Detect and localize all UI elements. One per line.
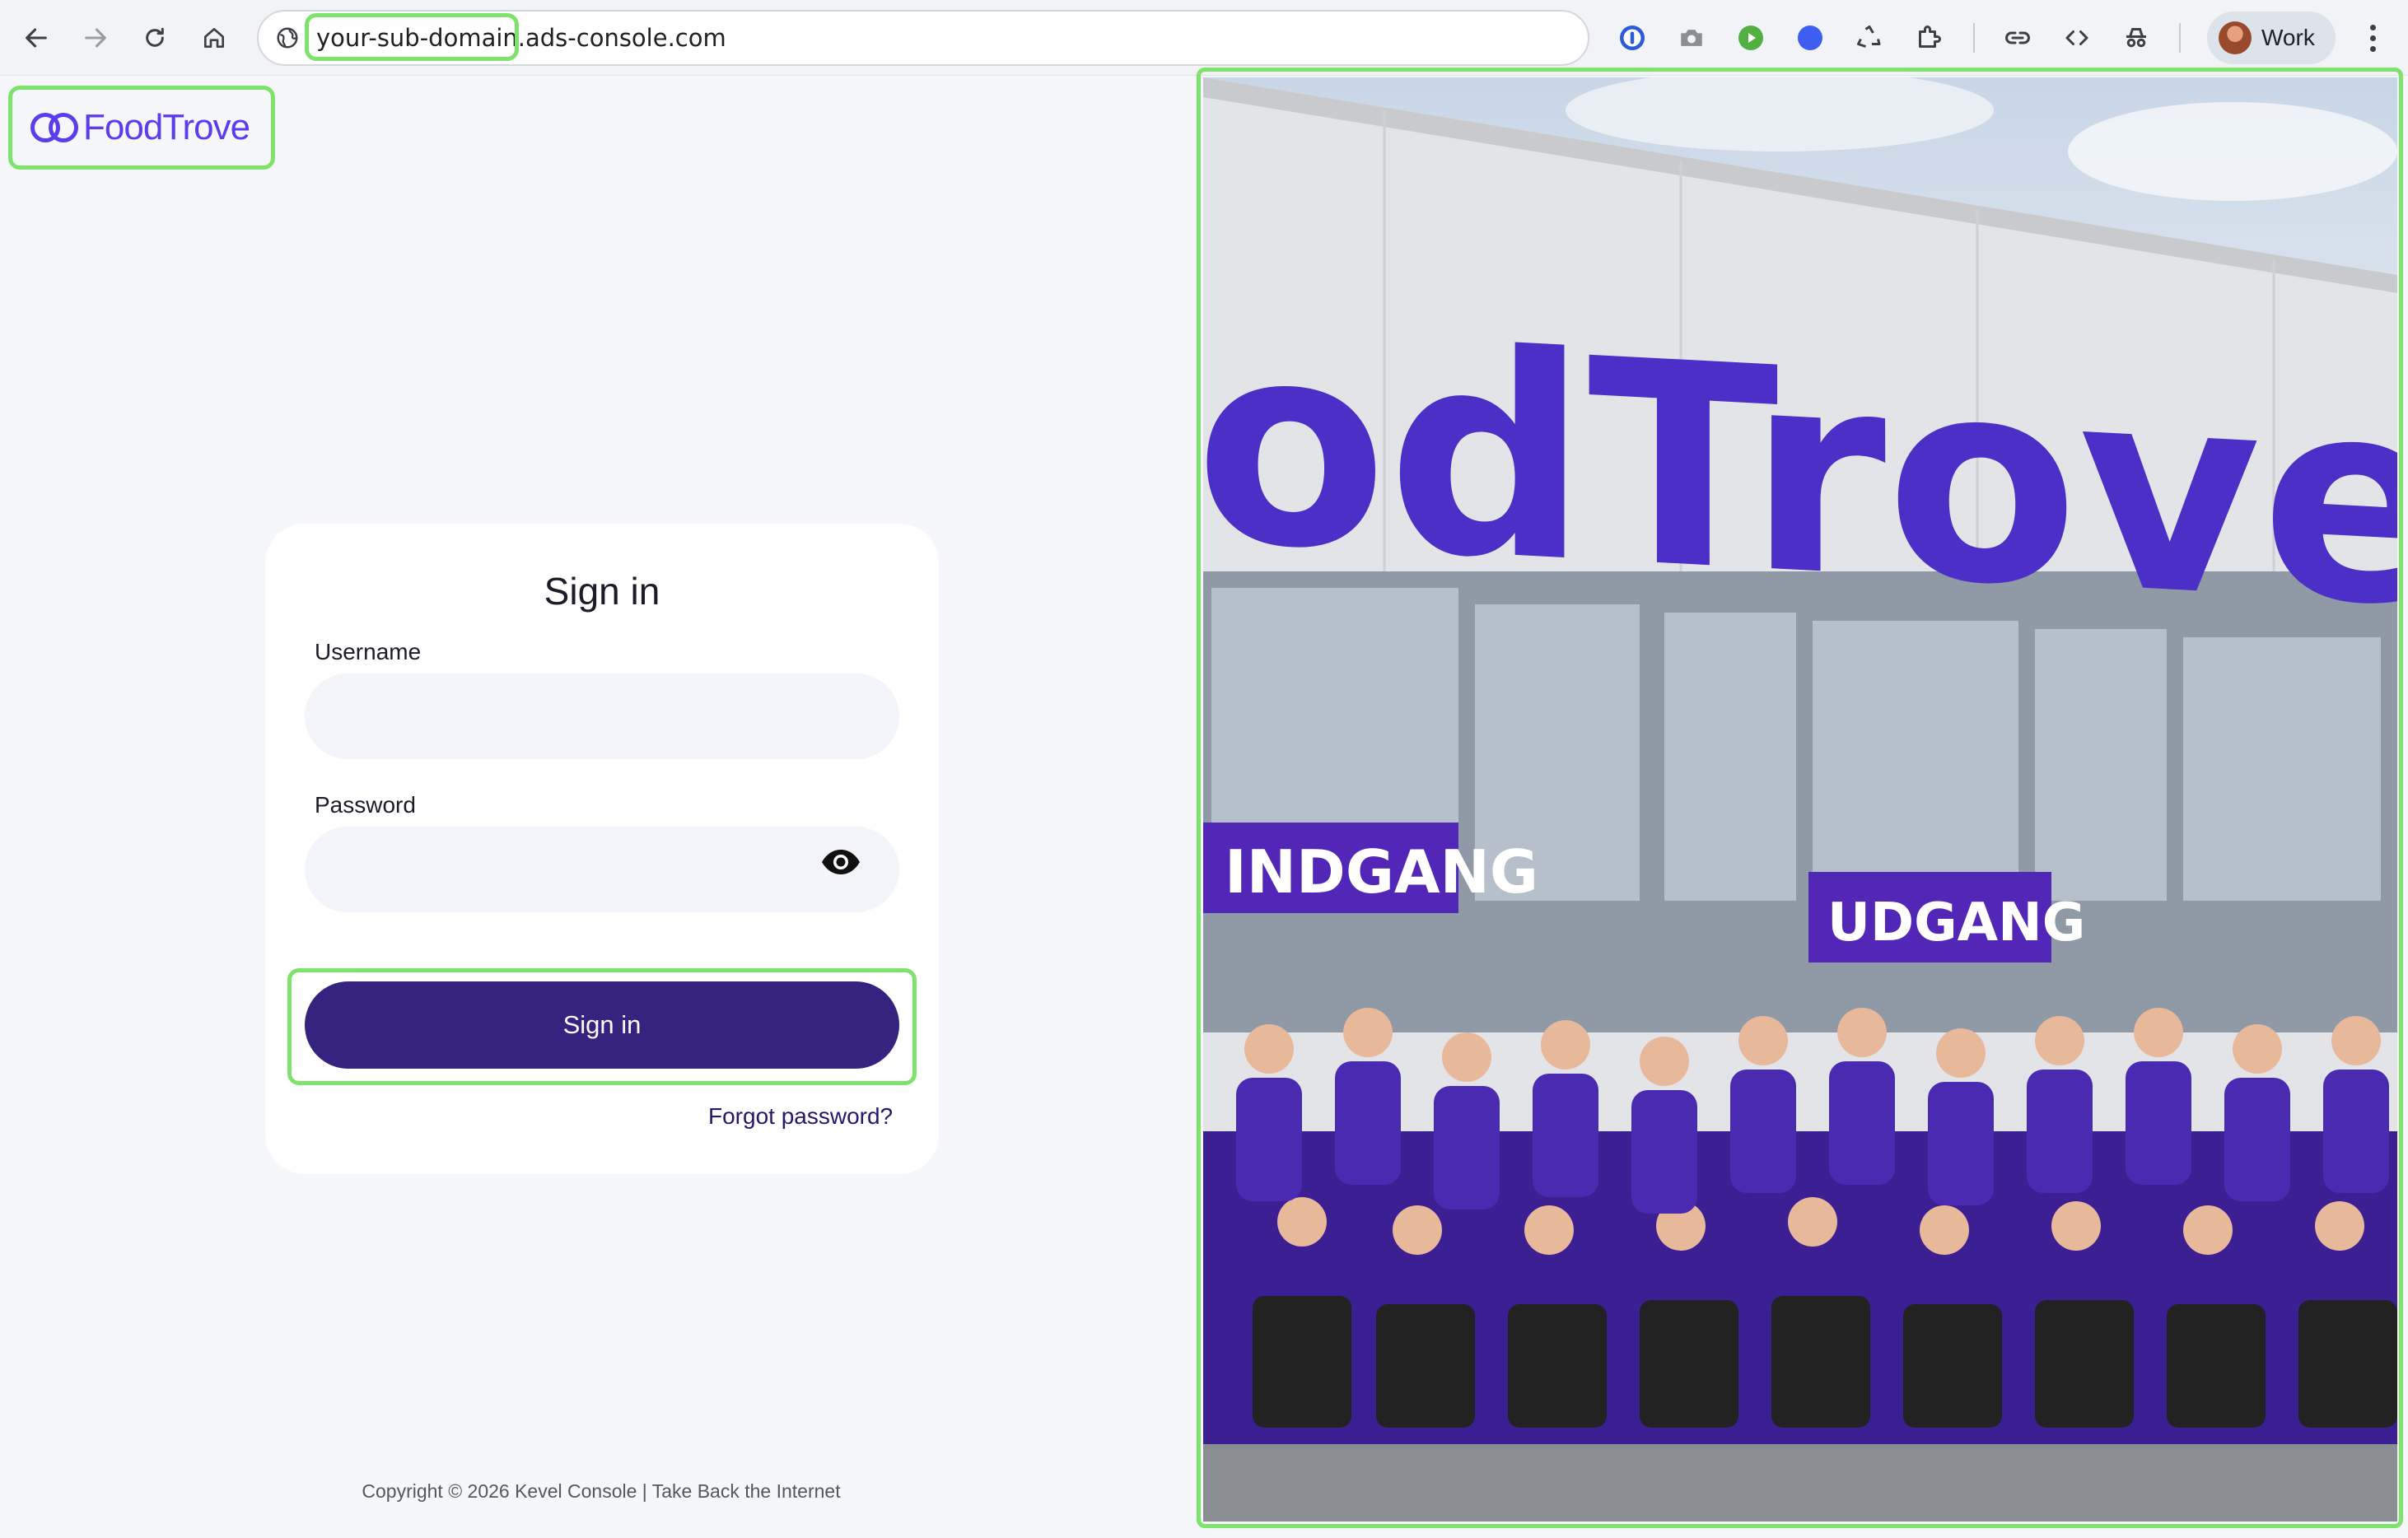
forgot-password-link[interactable]: Forgot password? [708,1103,893,1130]
brand-logo-text: FoodTrove [83,107,250,147]
play-extension-icon[interactable] [1733,20,1769,56]
profile-button[interactable]: Work [2207,12,2336,64]
toolbar-separator [2179,23,2181,53]
extensions-puzzle-icon[interactable] [1911,20,1947,56]
reload-icon[interactable] [133,16,176,59]
password-input[interactable] [305,827,899,912]
entrance-banner-text: INDGANG [1225,837,1538,906]
signin-button[interactable]: Sign in [305,981,899,1069]
avatar [2219,21,2252,54]
code-icon[interactable] [2059,20,2095,56]
exit-banner-text: UDGANG [1827,893,2085,953]
profile-label: Work [2261,25,2315,50]
copyright-text: Copyright © 2026 Kevel Console | Take Ba… [362,1480,841,1502]
hero-sign-text: odTrove [1203,279,2397,671]
username-input[interactable] [305,673,899,759]
blue-dot-extension-icon[interactable] [1792,20,1828,56]
password-manager-icon[interactable] [1614,20,1650,56]
hero-sign-text-label: odTrove [1203,279,2397,671]
brand-logo[interactable]: FoodTrove [8,86,275,170]
toolbar-separator [1973,23,1975,53]
recycle-icon[interactable] [1851,20,1888,56]
hero-illustration: odTrove INDGANG UDGANG [1203,77,2397,1522]
camera-icon[interactable] [1673,20,1710,56]
password-label: Password [315,792,416,818]
back-icon[interactable] [15,16,58,59]
username-label: Username [315,639,422,664]
hero-image: odTrove INDGANG UDGANG [1203,77,2397,1522]
incognito-icon[interactable] [2118,20,2154,56]
signin-card: Sign in Username Password Sign in Forgot… [265,524,939,1174]
browser-toolbar: your-sub-domain.ads-console.com Work [0,0,2408,76]
brand-logo-icon [30,111,82,144]
home-icon[interactable] [193,16,236,59]
signin-title: Sign in [544,570,660,613]
more-menu-icon[interactable] [2360,18,2385,58]
forward-icon[interactable] [74,16,117,59]
url-highlight [305,13,519,61]
show-password-icon[interactable] [820,848,861,876]
link-icon[interactable] [2000,20,2036,56]
